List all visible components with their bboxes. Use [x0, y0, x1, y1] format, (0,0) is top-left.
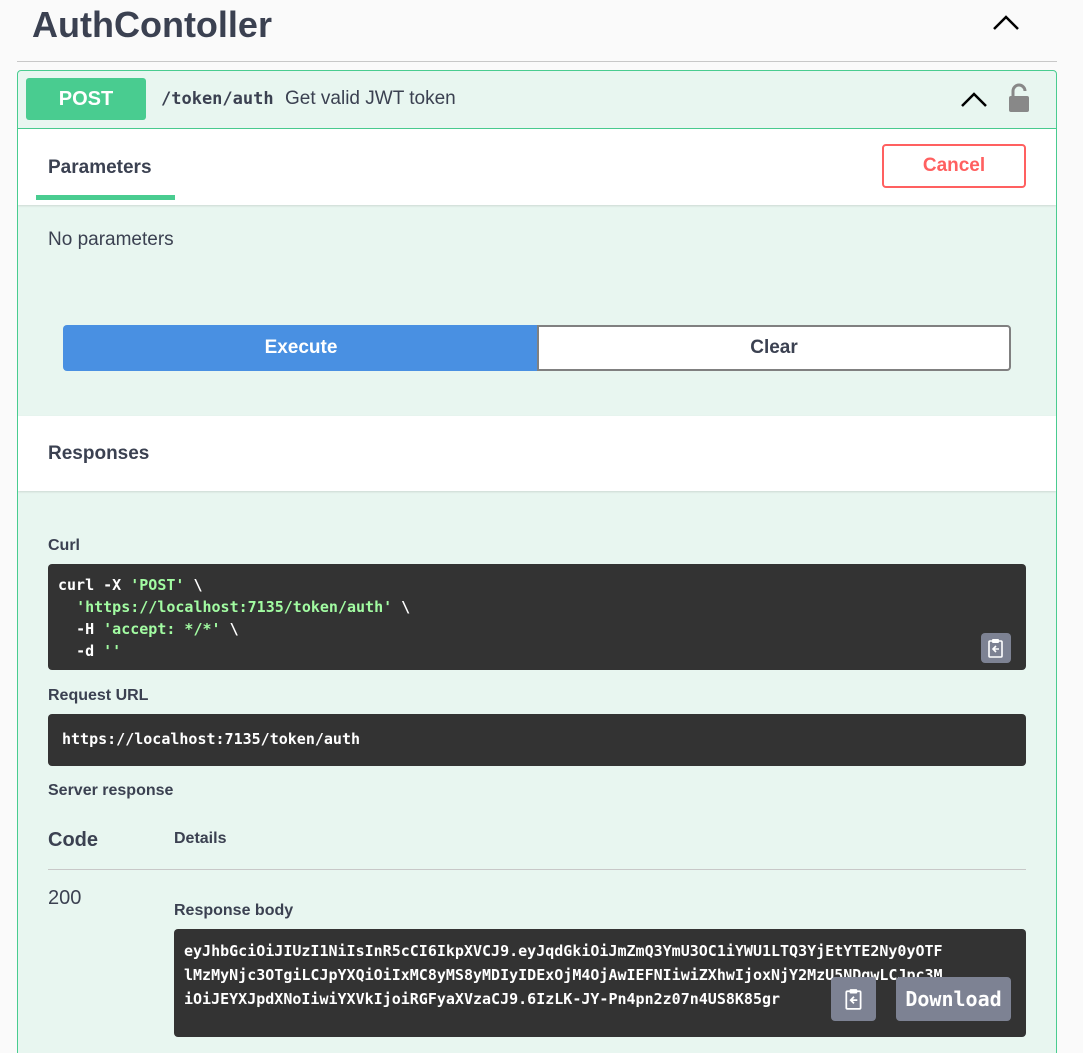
copy-response-button[interactable] — [831, 977, 876, 1021]
copy-curl-button[interactable] — [981, 633, 1011, 663]
tab-underline — [36, 195, 175, 200]
response-code: 200 — [48, 887, 82, 909]
clear-button[interactable]: Clear — [537, 325, 1011, 371]
clipboard-copy-icon — [844, 989, 861, 1010]
operation-summary[interactable]: POST /token/auth Get valid JWT token — [18, 71, 1056, 129]
download-button[interactable]: Download — [896, 977, 1011, 1021]
execute-button[interactable]: Execute — [63, 325, 539, 371]
curl-label: Curl — [48, 537, 80, 554]
request-url-box[interactable]: https://localhost:7135/token/auth — [48, 714, 1026, 766]
execute-wrapper: Execute Clear — [63, 325, 1011, 371]
code-column-header: Code — [48, 829, 98, 851]
responses-header: Responses — [18, 416, 1056, 491]
response-body-label: Response body — [174, 902, 294, 919]
chevron-up-icon[interactable] — [960, 91, 988, 109]
details-column-header: Details — [174, 830, 227, 847]
operation-path: /token/auth — [161, 89, 274, 109]
method-badge: POST — [26, 78, 146, 120]
operation-block: POST /token/auth Get valid JWT token Par… — [17, 70, 1057, 1053]
tab-parameters[interactable]: Parameters — [48, 157, 152, 179]
response-body: eyJhbGciOiJIUzI1NiIsInR5cCI6IkpXVCJ9.eyJ… — [184, 942, 943, 1008]
chevron-up-icon[interactable] — [992, 14, 1020, 32]
server-response-label: Server response — [48, 782, 174, 799]
curl-command: curl -X 'POST' \ 'https://localhost:7135… — [58, 576, 411, 660]
table-divider — [48, 869, 1026, 870]
responses-title: Responses — [48, 443, 150, 464]
lock-icon[interactable] — [1008, 83, 1030, 113]
no-parameters-text: No parameters — [48, 229, 174, 250]
cancel-button[interactable]: Cancel — [882, 144, 1026, 188]
clipboard-copy-icon — [988, 639, 1003, 658]
request-url: https://localhost:7135/token/auth — [62, 730, 361, 748]
request-url-label: Request URL — [48, 687, 149, 704]
section-header[interactable]: AuthContoller — [17, 0, 1057, 62]
response-body-box[interactable]: eyJhbGciOiJIUzI1NiIsInR5cCI6IkpXVCJ9.eyJ… — [174, 929, 1026, 1037]
parameters-tabbar: Parameters Cancel — [18, 129, 1056, 205]
section-title: AuthContoller — [32, 4, 272, 45]
operation-description: Get valid JWT token — [285, 88, 456, 109]
curl-box[interactable]: curl -X 'POST' \ 'https://localhost:7135… — [48, 564, 1026, 670]
